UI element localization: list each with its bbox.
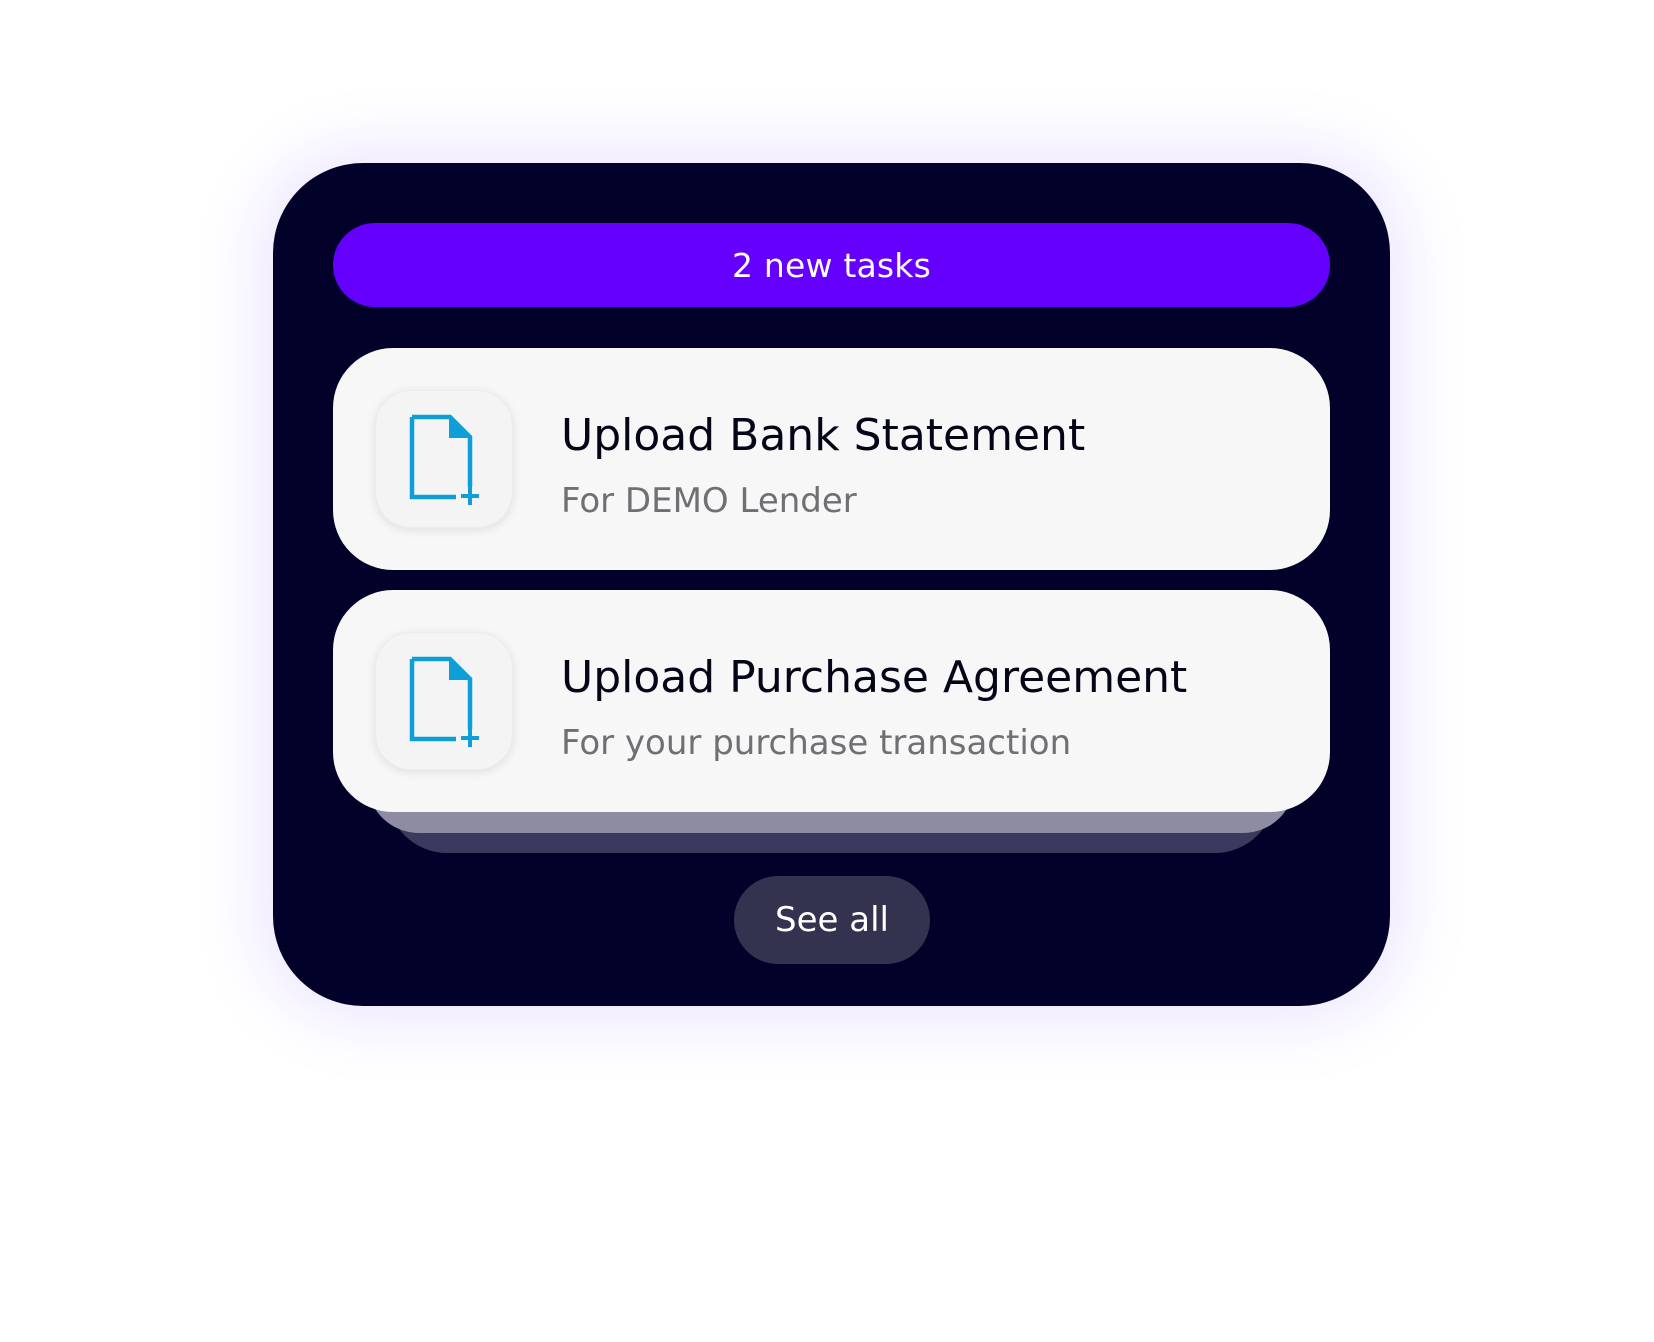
task-subtitle: For DEMO Lender	[561, 481, 857, 521]
new-tasks-banner[interactable]: 2 new tasks	[333, 223, 1330, 307]
task-title: Upload Purchase Agreement	[561, 652, 1188, 703]
document-add-icon	[409, 414, 479, 505]
task-item-upload-purchase-agreement[interactable]: Upload Purchase Agreement For your purch…	[333, 590, 1330, 812]
new-tasks-label: 2 new tasks	[731, 245, 932, 285]
see-all-label: See all	[775, 900, 889, 940]
see-all-button[interactable]: See all	[734, 876, 930, 964]
task-subtitle: For your purchase transaction	[561, 723, 1072, 763]
document-add-icon	[409, 656, 479, 747]
task-icon-container	[375, 632, 513, 770]
tasks-card: 2 new tasks Upload Bank Statement For DE…	[273, 163, 1390, 1006]
task-item-upload-bank-statement[interactable]: Upload Bank Statement For DEMO Lender	[333, 348, 1330, 570]
task-title: Upload Bank Statement	[561, 410, 1086, 461]
task-icon-container	[375, 390, 513, 528]
